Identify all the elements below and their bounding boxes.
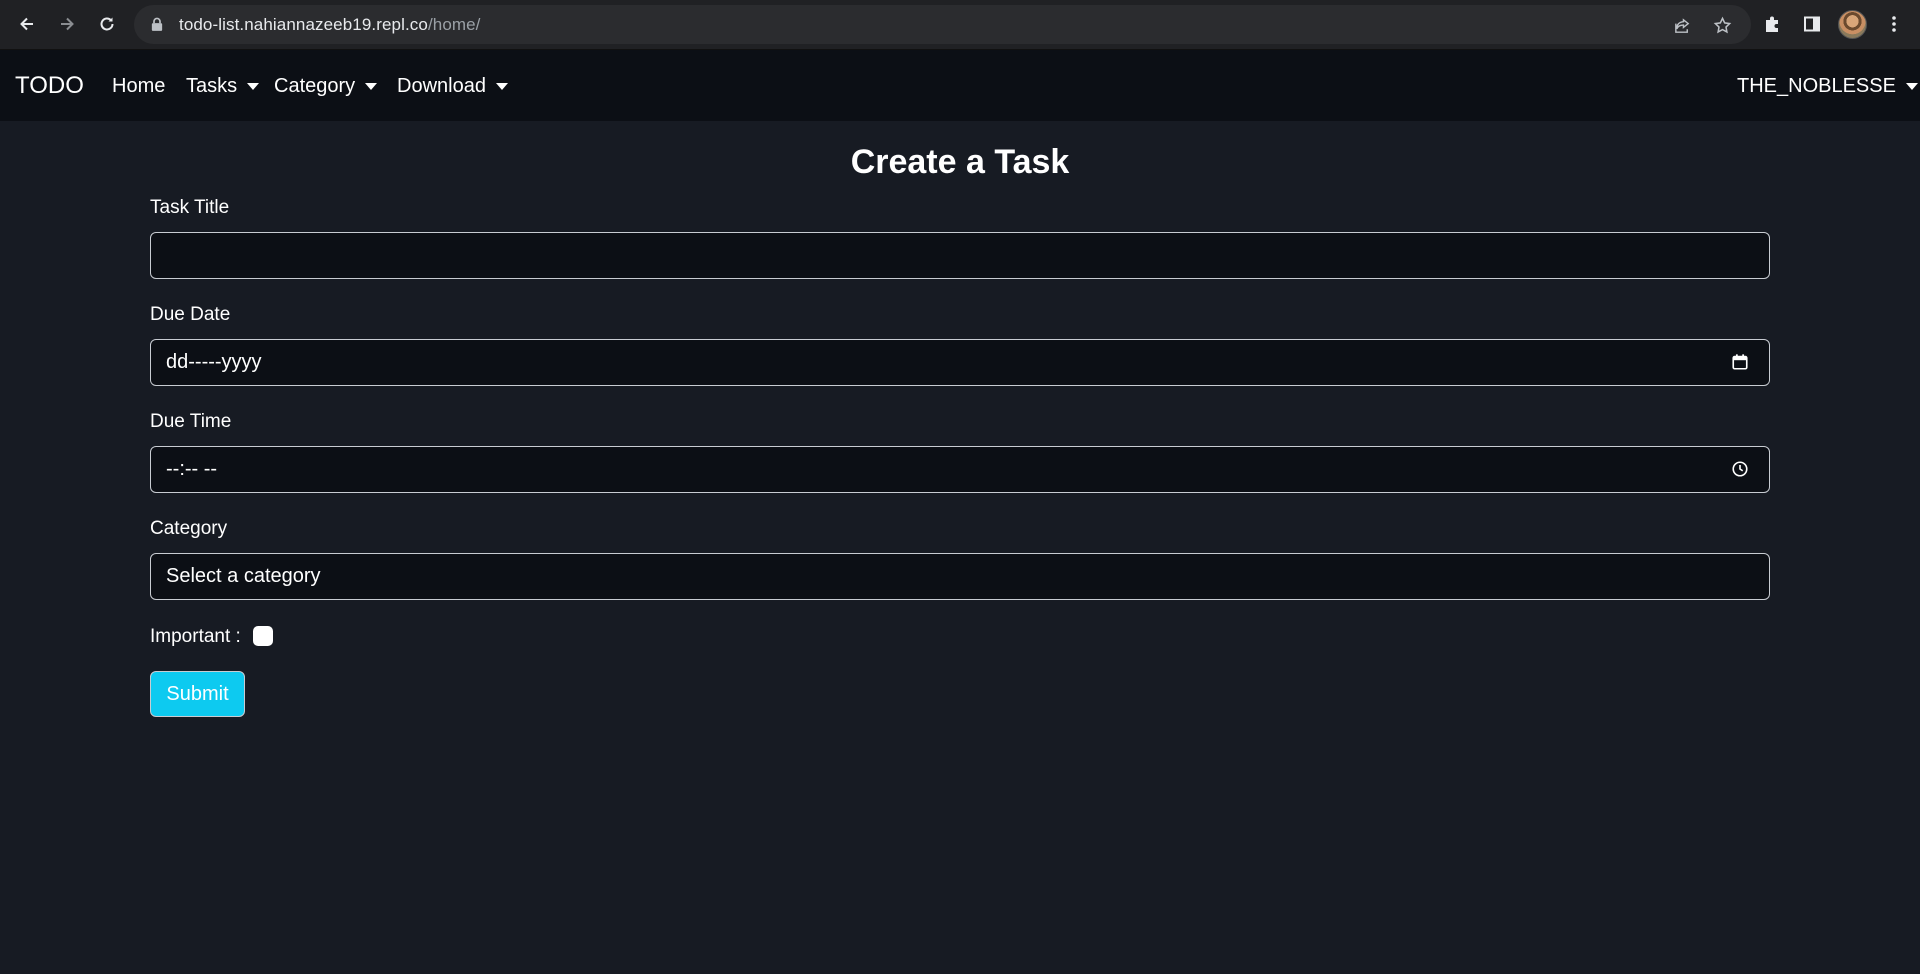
task-title-input[interactable] bbox=[150, 232, 1770, 279]
side-panel-icon[interactable] bbox=[1800, 12, 1824, 36]
browser-toolbar: todo-list.nahiannazeeb19.repl.co/home/ bbox=[0, 0, 1920, 50]
url-path: /home/ bbox=[427, 14, 481, 34]
due-date-value: dd-----yyyy bbox=[166, 351, 262, 373]
category-select-value: Select a category bbox=[166, 565, 321, 587]
brand-logo[interactable]: TODO bbox=[15, 72, 84, 100]
address-bar[interactable]: todo-list.nahiannazeeb19.repl.co/home/ bbox=[134, 5, 1751, 44]
user-name: THE_NOBLESSE bbox=[1737, 75, 1896, 97]
due-time-input[interactable]: --:-- -- bbox=[150, 446, 1770, 493]
important-checkbox[interactable] bbox=[253, 626, 273, 646]
page-title: Create a Task bbox=[850, 143, 1070, 181]
nav-home[interactable]: Home bbox=[112, 75, 165, 98]
clock-icon[interactable] bbox=[1731, 460, 1751, 480]
submit-button[interactable]: Submit bbox=[150, 671, 245, 717]
forward-icon[interactable] bbox=[52, 9, 82, 39]
nav-tasks-label: Tasks bbox=[186, 75, 238, 97]
app-navbar: TODO Home Tasks Category Download THE_NO… bbox=[0, 50, 1920, 121]
bookmark-star-icon[interactable] bbox=[1710, 13, 1734, 37]
nav-download-label: Download bbox=[397, 75, 486, 97]
nav-category-dropdown[interactable]: Category bbox=[274, 75, 378, 98]
nav-home-label: Home bbox=[112, 75, 166, 97]
back-icon[interactable] bbox=[12, 9, 42, 39]
menu-dots-icon[interactable] bbox=[1882, 12, 1906, 36]
due-time-label: Due Time bbox=[150, 411, 232, 432]
due-date-input[interactable]: dd-----yyyy bbox=[150, 339, 1770, 386]
reload-icon[interactable] bbox=[92, 9, 122, 39]
due-date-label: Due Date bbox=[150, 304, 231, 325]
task-title-label: Task Title bbox=[150, 197, 230, 218]
caret-down-icon bbox=[495, 83, 508, 90]
caret-down-icon bbox=[247, 83, 260, 90]
caret-down-icon bbox=[365, 83, 378, 90]
nav-download-dropdown[interactable]: Download bbox=[397, 75, 508, 98]
url-text: todo-list.nahiannazeeb19.repl.co/home/ bbox=[179, 15, 481, 35]
caret-down-icon bbox=[1905, 83, 1918, 90]
lock-icon bbox=[151, 17, 165, 33]
share-icon[interactable] bbox=[1670, 13, 1694, 37]
profile-avatar[interactable] bbox=[1838, 10, 1867, 39]
due-time-value: --:-- -- bbox=[166, 458, 218, 480]
nav-category-label: Category bbox=[274, 75, 356, 97]
user-menu-dropdown[interactable]: THE_NOBLESSE bbox=[1737, 75, 1918, 98]
category-select[interactable]: Select a category bbox=[150, 553, 1770, 600]
nav-tasks-dropdown[interactable]: Tasks bbox=[186, 75, 260, 98]
important-label: Important : bbox=[150, 626, 241, 647]
calendar-icon[interactable] bbox=[1731, 353, 1751, 373]
category-label: Category bbox=[150, 518, 228, 539]
url-host: todo-list.nahiannazeeb19.repl.co bbox=[179, 14, 428, 34]
extensions-icon[interactable] bbox=[1760, 12, 1784, 36]
